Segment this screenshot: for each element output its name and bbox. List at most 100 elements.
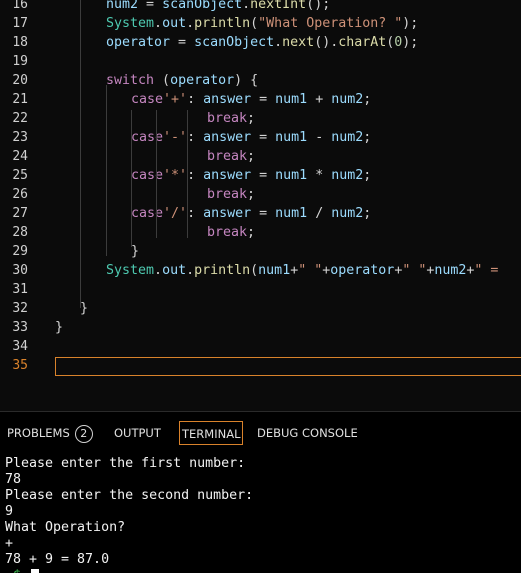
code-token: num1 bbox=[275, 168, 308, 183]
tab-debug-console[interactable]: DEBUG CONSOLE bbox=[257, 421, 358, 445]
code-token: case bbox=[131, 168, 164, 183]
line-number: 31 bbox=[12, 282, 28, 297]
code-text: switch (operator) { bbox=[106, 71, 258, 90]
code-token: = bbox=[251, 130, 276, 145]
code-token: answer bbox=[203, 92, 252, 107]
terminal-line: + bbox=[5, 536, 14, 551]
code-token: " = bbox=[474, 263, 499, 278]
terminal-line: Please enter the second number: bbox=[5, 488, 254, 503]
code-line[interactable]: 29} bbox=[0, 242, 521, 261]
code-token: num2 bbox=[106, 0, 139, 12]
code-line[interactable]: 26 break; bbox=[0, 185, 521, 204]
code-token: ; bbox=[247, 111, 256, 126]
code-token: - bbox=[307, 130, 332, 145]
code-token: ; bbox=[363, 206, 372, 221]
code-text: System.out.println("What Operation? "); bbox=[106, 14, 418, 33]
code-token: switch bbox=[106, 73, 155, 88]
code-line[interactable]: 33} bbox=[0, 318, 521, 337]
indent-guide bbox=[80, 0, 81, 308]
code-token: ; bbox=[247, 149, 256, 164]
code-line[interactable]: 30 System.out.println(num1+" "+operator+"… bbox=[0, 261, 521, 280]
code-line[interactable]: 34 bbox=[0, 337, 521, 356]
code-line[interactable]: 16 num2 = scanObject.nextInt(); bbox=[0, 0, 521, 14]
code-token: operator bbox=[170, 73, 235, 88]
line-number: 23 bbox=[12, 130, 28, 145]
code-line[interactable]: 22 break; bbox=[0, 109, 521, 128]
line-number: 33 bbox=[12, 320, 28, 335]
code-text: num2 = scanObject.nextInt(); bbox=[106, 0, 330, 14]
code-token: num2 bbox=[331, 92, 364, 107]
code-token: = bbox=[251, 168, 276, 183]
code-line[interactable]: 28 break; bbox=[0, 223, 521, 242]
code-token: (). bbox=[314, 35, 339, 50]
code-text: } bbox=[131, 242, 139, 261]
code-token: System bbox=[106, 263, 155, 278]
terminal-line: What Operation? bbox=[5, 520, 126, 535]
code-line[interactable]: 18 operator = scanObject.next().charAt(0)… bbox=[0, 33, 521, 52]
code-token: ); bbox=[402, 35, 419, 50]
code-token: ; bbox=[247, 225, 256, 240]
tab-problems[interactable]: PROBLEMS 2 bbox=[7, 421, 93, 445]
code-token: ) { bbox=[234, 73, 259, 88]
code-token: num2 bbox=[331, 130, 364, 145]
code-token: ); bbox=[402, 16, 419, 31]
line-number: 20 bbox=[12, 73, 28, 88]
code-token: . bbox=[274, 35, 283, 50]
code-token: '+' bbox=[163, 92, 188, 107]
code-line[interactable]: 23 case'-': answer = num1 - num2; bbox=[0, 128, 521, 147]
line-number: 32 bbox=[12, 301, 28, 316]
code-text: case'-': answer = num1 - num2; bbox=[131, 128, 371, 147]
code-token: } bbox=[55, 320, 64, 335]
code-token: break bbox=[207, 225, 248, 240]
code-line[interactable]: 21 case'+': answer = num1 + num2; bbox=[0, 90, 521, 109]
code-token: = bbox=[138, 0, 163, 12]
code-text: case'*': answer = num1 * num2; bbox=[131, 166, 371, 185]
code-line[interactable]: 32} bbox=[0, 299, 521, 318]
code-line[interactable]: 20 switch (operator) { bbox=[0, 71, 521, 90]
tab-terminal[interactable]: TERMINAL bbox=[179, 421, 244, 445]
code-token: ; bbox=[363, 168, 372, 183]
code-line[interactable]: 24 break; bbox=[0, 147, 521, 166]
code-token: + bbox=[307, 92, 332, 107]
code-token: = bbox=[251, 92, 276, 107]
code-token: case bbox=[131, 92, 164, 107]
tab-debug-console-label: DEBUG CONSOLE bbox=[257, 426, 358, 440]
line-number: 17 bbox=[12, 16, 28, 31]
terminal-cursor bbox=[31, 569, 40, 573]
line-number: 22 bbox=[12, 111, 28, 126]
code-line[interactable]: 19 bbox=[0, 52, 521, 71]
code-token: ; bbox=[247, 187, 256, 202]
code-token: . bbox=[186, 16, 195, 31]
tab-output[interactable]: OUTPUT bbox=[114, 421, 161, 445]
code-editor[interactable]: 16 num2 = scanObject.nextInt(); 17 System.o… bbox=[0, 0, 521, 411]
code-token: num2 bbox=[434, 263, 467, 278]
code-token: num2 bbox=[331, 206, 364, 221]
code-token: System bbox=[106, 16, 155, 31]
line-number: 26 bbox=[12, 187, 28, 202]
code-line[interactable]: 17 System.out.println("What Operation? ")… bbox=[0, 14, 521, 33]
indent-guide bbox=[131, 110, 132, 247]
terminal-line: 78 bbox=[5, 472, 22, 487]
line-number: 35 bbox=[12, 358, 28, 373]
line-number: 25 bbox=[12, 168, 28, 183]
code-token: operator bbox=[330, 263, 395, 278]
code-token: println bbox=[194, 16, 251, 31]
code-text: } bbox=[80, 299, 88, 318]
code-token: answer bbox=[203, 130, 252, 145]
code-token: answer bbox=[203, 168, 252, 183]
code-line[interactable]: 31 bbox=[0, 280, 521, 299]
code-token: '*' bbox=[163, 168, 188, 183]
code-token: num1 bbox=[258, 263, 291, 278]
code-token: '/' bbox=[163, 206, 188, 221]
terminal-prompt[interactable]: ~$ bbox=[5, 568, 40, 573]
code-line[interactable]: 25 case'*': answer = num1 * num2; bbox=[0, 166, 521, 185]
code-line[interactable]: 27 case'/': answer = num1 / num2; bbox=[0, 204, 521, 223]
code-token: num1 bbox=[275, 92, 308, 107]
terminal-panel[interactable]: Please enter the first number: 78 Please… bbox=[0, 453, 521, 573]
line-number: 34 bbox=[12, 339, 28, 354]
line-number: 24 bbox=[12, 149, 28, 164]
code-token: } bbox=[80, 301, 89, 316]
code-text: } bbox=[55, 318, 63, 337]
code-token: ( bbox=[154, 73, 171, 88]
code-token: : bbox=[187, 206, 204, 221]
